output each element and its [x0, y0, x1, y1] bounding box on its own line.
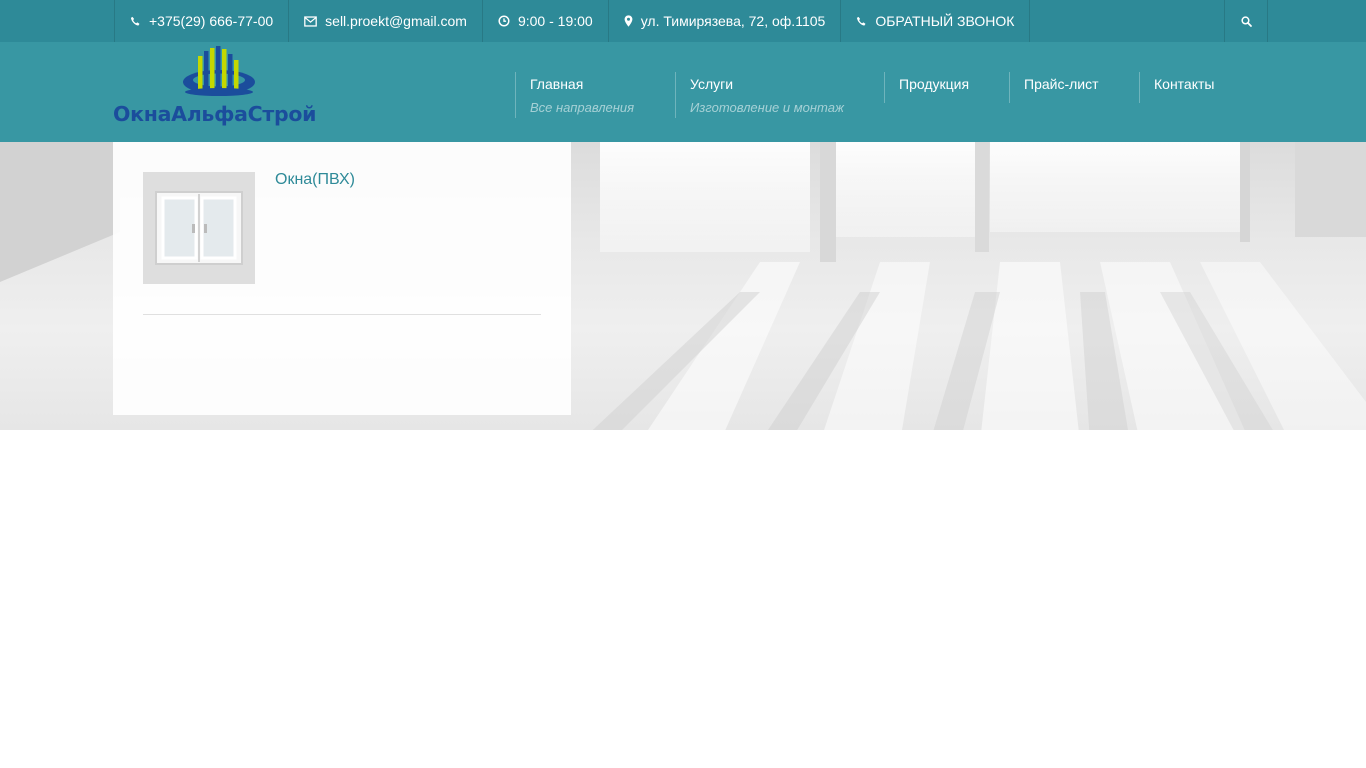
phone-icon [857, 16, 866, 25]
nav-pricelist-label: Прайс-лист [1024, 76, 1099, 92]
callback-button[interactable]: ОБРАТНЫЙ ЗВОНОК [840, 0, 1031, 42]
nav-services-subtitle: Изготовление и монтаж [690, 100, 844, 115]
phone-text: +375(29) 666-77-00 [149, 13, 274, 29]
nav-home-subtitle: Все направления [530, 100, 635, 115]
product-thumbnail[interactable] [143, 172, 255, 284]
working-hours: 9:00 - 19:00 [481, 0, 608, 42]
nav-item-home[interactable]: Главная Все направления [515, 72, 675, 118]
category-link-pvc-windows[interactable]: Окна(ПВХ) [275, 171, 355, 189]
search-icon [1240, 15, 1252, 27]
nav-item-products[interactable]: Продукция [884, 72, 1009, 103]
contact-bar: +375(29) 666-77-00 sell.proekt@gmail.com… [114, 0, 1031, 42]
divider [143, 314, 541, 315]
nav-item-services[interactable]: Услуги Изготовление и монтаж [675, 72, 884, 118]
nav-item-contacts[interactable]: Контакты [1139, 72, 1239, 103]
email-text: sell.proekt@gmail.com [325, 13, 467, 29]
main-nav: Главная Все направления Услуги Изготовле… [515, 72, 1239, 118]
pvc-window-image [155, 191, 243, 265]
envelope-icon [304, 15, 317, 27]
nav-contacts-label: Контакты [1154, 76, 1215, 92]
address-text: ул. Тимирязева, 72, оф.1105 [640, 13, 826, 29]
phone-icon [130, 16, 140, 25]
site-logo[interactable]: ОкнаАльфаСтрой [113, 46, 325, 128]
nav-products-label: Продукция [899, 76, 970, 92]
building-logo-icon [183, 46, 255, 96]
callback-label: ОБРАТНЫЙ ЗВОНОК [875, 13, 1015, 29]
map-marker-icon [624, 15, 633, 27]
address: ул. Тимирязева, 72, оф.1105 [607, 0, 841, 42]
top-bar: +375(29) 666-77-00 sell.proekt@gmail.com… [0, 0, 1366, 42]
site-header: ОкнаАльфаСтрой Главная Все направления У… [0, 42, 1366, 142]
nav-home-label: Главная [530, 76, 584, 92]
category-card: Окна(ПВХ) [113, 142, 571, 415]
logo-text: ОкнаАльфаСтрой [113, 102, 317, 126]
nav-item-pricelist[interactable]: Прайс-лист [1009, 72, 1139, 103]
phone-link[interactable]: +375(29) 666-77-00 [114, 0, 288, 42]
clock-icon [498, 15, 510, 27]
email-link[interactable]: sell.proekt@gmail.com [288, 0, 482, 42]
nav-services-label: Услуги [690, 76, 734, 92]
hours-text: 9:00 - 19:00 [517, 13, 593, 29]
search-button[interactable] [1224, 0, 1268, 42]
